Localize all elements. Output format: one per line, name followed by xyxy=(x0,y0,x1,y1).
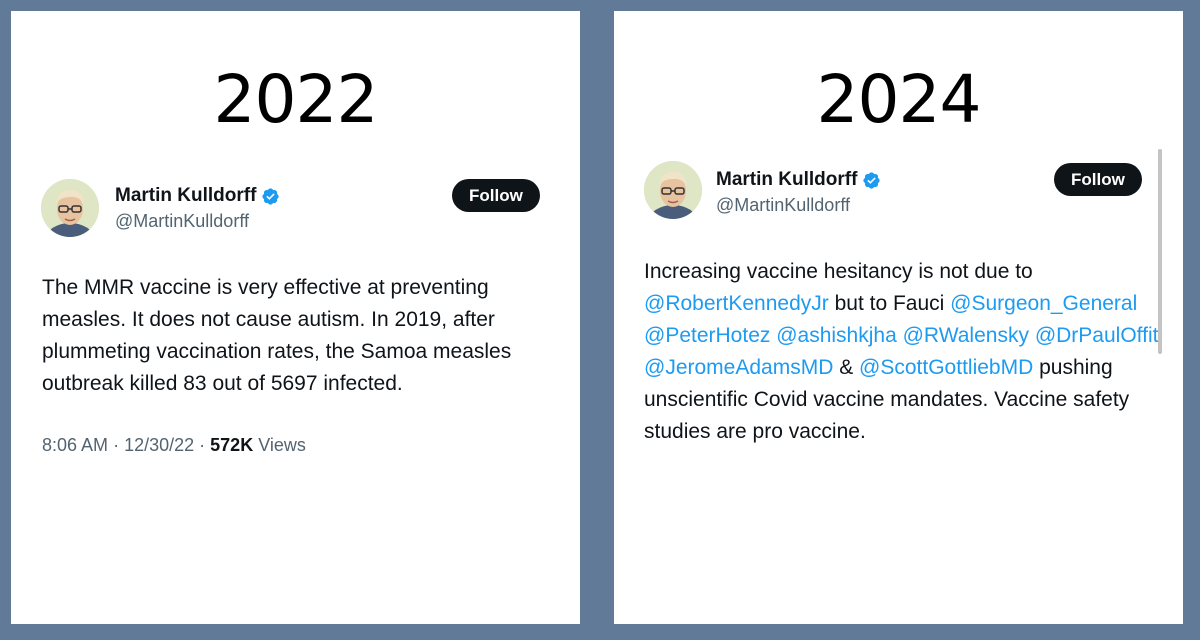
verified-badge-icon xyxy=(262,187,280,205)
year-heading: 2022 xyxy=(213,61,379,138)
meta-separator: · xyxy=(199,435,211,455)
follow-button[interactable]: Follow xyxy=(1054,163,1142,196)
tweet-meta: 8:06 AM · 12/30/22 · 572K Views xyxy=(42,435,306,456)
mention-link[interactable]: @ScottGottliebMD xyxy=(859,356,1033,379)
views-count: 572K xyxy=(210,435,254,455)
mention-link[interactable]: @JeromeAdamsMD xyxy=(644,356,833,379)
tweet-text: Increasing vaccine hesitancy is not due … xyxy=(644,256,1164,448)
tweet-text: The MMR vaccine is very effective at pre… xyxy=(42,276,512,395)
avatar[interactable] xyxy=(644,161,702,219)
year-heading: 2024 xyxy=(816,61,982,138)
mention-link[interactable]: @RWalensky xyxy=(903,324,1029,347)
avatar[interactable] xyxy=(41,179,99,237)
tweet-panel-2022: 2022 Martin Kulldorff @MartinKulldorff F… xyxy=(11,11,580,624)
avatar-portrait-icon xyxy=(41,179,99,237)
mention-link[interactable]: @ashishkjha xyxy=(776,324,897,347)
scrollbar[interactable] xyxy=(1158,149,1162,354)
tweet-time[interactable]: 8:06 AM xyxy=(42,435,108,455)
views-label: Views xyxy=(258,435,306,455)
mention-link[interactable]: @DrPaulOffit xyxy=(1035,324,1159,347)
tweet-date[interactable]: 12/30/22 xyxy=(124,435,194,455)
tweet-panel-2024: 2024 Martin Kulldorff @MartinKulldorff F… xyxy=(614,11,1183,624)
mention-link[interactable]: @Surgeon_General xyxy=(950,292,1137,315)
verified-badge-icon xyxy=(863,171,881,189)
meta-separator: · xyxy=(113,435,125,455)
mention-link[interactable]: @RobertKennedyJr xyxy=(644,292,829,315)
tweet-text-segment: & xyxy=(833,356,860,379)
follow-button[interactable]: Follow xyxy=(452,179,540,212)
author-handle[interactable]: @MartinKulldorff xyxy=(115,211,249,232)
mention-link[interactable]: @PeterHotez xyxy=(644,324,770,347)
author-name[interactable]: Martin Kulldorff xyxy=(115,185,280,207)
author-name[interactable]: Martin Kulldorff xyxy=(716,169,881,191)
author-handle[interactable]: @MartinKulldorff xyxy=(716,195,850,216)
tweet-text-segment: Increasing vaccine hesitancy is not due … xyxy=(644,260,1033,283)
author-name-text[interactable]: Martin Kulldorff xyxy=(716,169,857,191)
author-name-text[interactable]: Martin Kulldorff xyxy=(115,185,256,207)
avatar-portrait-icon xyxy=(644,161,702,219)
tweet-text-segment: but to Fauci xyxy=(828,292,951,315)
